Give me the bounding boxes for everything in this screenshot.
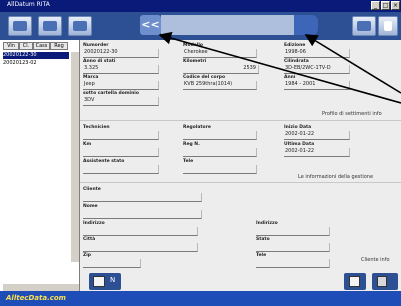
annotation-arrows — [158, 31, 401, 104]
annotation-arrow — [158, 31, 401, 104]
annotation-arrow — [304, 34, 401, 94]
